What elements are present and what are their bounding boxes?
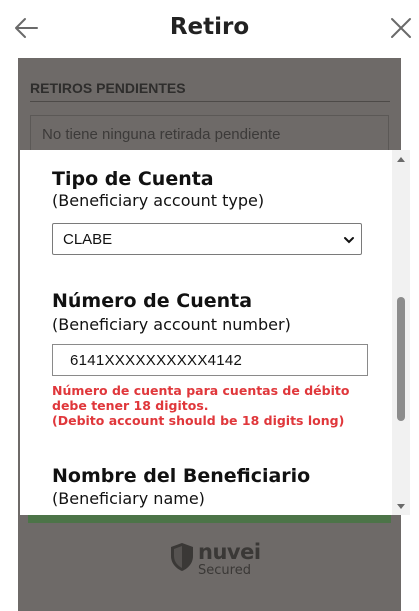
page-title: Retiro <box>169 14 250 40</box>
account-number-sublabel: (Beneficiary account number) <box>52 315 291 334</box>
pending-withdrawals-heading: RETIROS PENDIENTES <box>30 80 186 96</box>
account-number-input[interactable] <box>52 344 368 376</box>
header-bar: Retiro <box>0 0 419 58</box>
nuvei-secured-logo: nuvei Secured <box>170 540 270 580</box>
scrollbar-thumb[interactable] <box>397 297 405 421</box>
error-line: debe tener 18 digitos. <box>52 398 209 413</box>
beneficiary-name-sublabel: (Beneficiary name) <box>52 489 205 508</box>
close-icon[interactable] <box>388 14 414 42</box>
beneficiary-name-label: Nombre del Beneficiario <box>52 465 311 487</box>
account-number-error: Número de cuenta para cuentas de débito … <box>52 383 382 428</box>
error-line: (Debito account should be 18 digits long… <box>52 413 345 428</box>
account-form-dialog: Tipo de Cuenta (Beneficiary account type… <box>20 150 410 515</box>
scroll-down-icon[interactable] <box>396 503 406 511</box>
scroll-up-icon[interactable] <box>396 155 406 163</box>
chevron-down-icon <box>344 237 354 244</box>
scrollbar[interactable] <box>392 150 410 515</box>
form-content: Tipo de Cuenta (Beneficiary account type… <box>20 150 390 515</box>
account-type-sublabel: (Beneficiary account type) <box>52 191 265 210</box>
brand-name: nuvei <box>198 540 261 564</box>
shield-icon <box>171 543 193 571</box>
account-number-label: Número de Cuenta <box>52 290 253 312</box>
account-type-selected-value: CLABE <box>63 231 113 248</box>
pending-withdrawals-box: No tiene ninguna retirada pendiente <box>30 115 389 155</box>
pending-empty-message: No tiene ninguna retirada pendiente <box>42 126 281 143</box>
account-type-label: Tipo de Cuenta <box>52 168 214 190</box>
account-type-select[interactable]: CLABE <box>52 223 362 255</box>
error-line: Número de cuenta para cuentas de débito <box>52 383 350 398</box>
brand-tagline: Secured <box>198 563 251 578</box>
heading-divider <box>30 101 390 102</box>
